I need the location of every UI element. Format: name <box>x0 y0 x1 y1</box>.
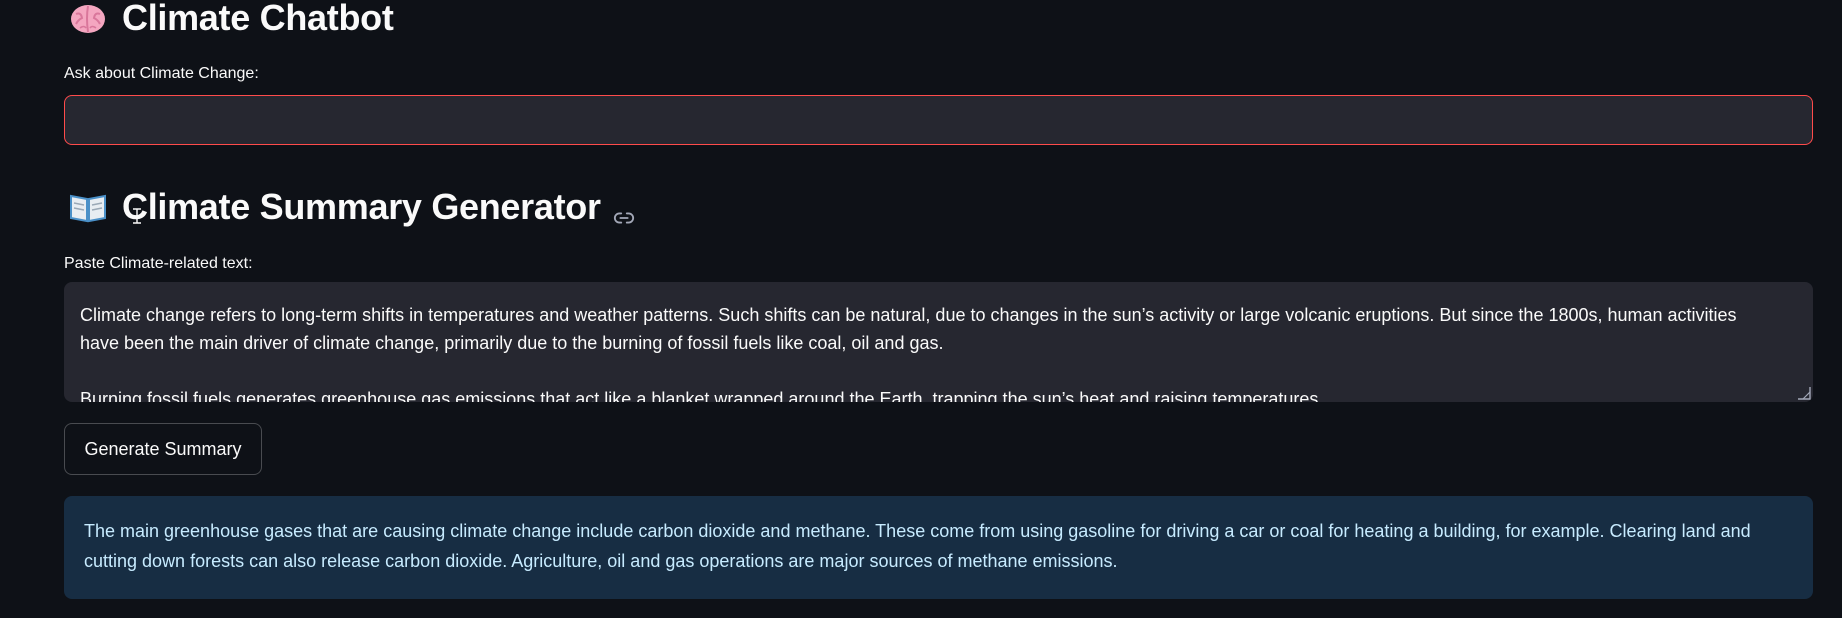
brain-icon <box>68 0 108 38</box>
summary-result-box: The main greenhouse gases that are causi… <box>64 496 1813 599</box>
chatbot-heading: Climate Chatbot <box>68 0 394 40</box>
summary-generator-title: Climate Summary Generator <box>122 186 601 227</box>
link-icon[interactable] <box>613 196 635 224</box>
climate-text-content[interactable]: Climate change refers to long-term shift… <box>80 301 1773 402</box>
paste-text-label: Paste Climate-related text: <box>64 255 253 272</box>
chatbot-title: Climate Chatbot <box>122 0 394 38</box>
summary-result-text: The main greenhouse gases that are causi… <box>84 521 1751 571</box>
chat-input-label: Ask about Climate Change: <box>64 65 259 82</box>
climate-question-input[interactable] <box>64 95 1813 145</box>
app-page: Climate Chatbot Ask about Climate Change… <box>0 0 1842 618</box>
generate-summary-button[interactable]: Generate Summary <box>64 423 262 475</box>
open-book-icon <box>68 187 108 227</box>
text-cursor-icon <box>133 208 141 224</box>
resize-handle-icon[interactable] <box>1797 386 1811 400</box>
climate-text-area[interactable]: Climate change refers to long-term shift… <box>64 282 1813 402</box>
summary-generator-heading: Climate Summary Generator <box>68 185 635 229</box>
